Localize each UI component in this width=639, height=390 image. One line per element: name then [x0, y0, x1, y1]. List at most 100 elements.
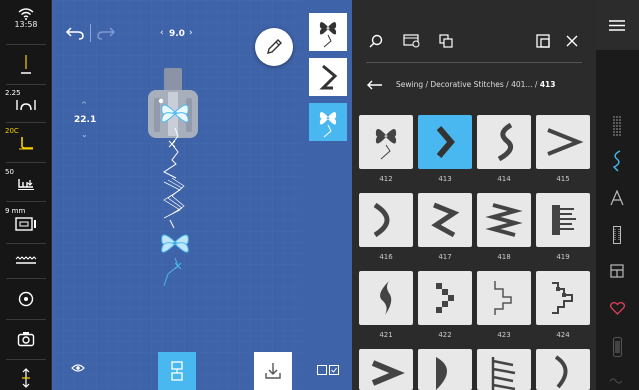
- stitch-tile[interactable]: [418, 349, 472, 390]
- stitch-plate-button[interactable]: [0, 216, 52, 232]
- stitch-length-value: 22.1: [74, 115, 97, 125]
- stitch-length-button[interactable]: [0, 98, 52, 112]
- category-nav: [596, 0, 639, 390]
- back-arrow-icon[interactable]: [367, 80, 383, 90]
- stitch-thumb: [380, 281, 392, 315]
- search-icon[interactable]: [369, 34, 383, 48]
- combination-stitch-3[interactable]: [309, 103, 347, 141]
- stitch-tile-423[interactable]: [477, 271, 531, 325]
- nav-buttonholes[interactable]: [596, 216, 639, 256]
- redo-icon[interactable]: [96, 26, 116, 40]
- close-icon[interactable]: [566, 35, 578, 47]
- width-increase-button[interactable]: ›: [189, 28, 193, 38]
- stitch-thumb: [494, 281, 512, 315]
- length-decrease-button[interactable]: ⌄: [81, 130, 88, 139]
- stitch-tile-417[interactable]: [418, 193, 472, 247]
- stitch-tile-412[interactable]: [359, 115, 413, 169]
- stitch-tile[interactable]: [477, 349, 531, 390]
- wifi-status[interactable]: 13:58: [0, 8, 52, 29]
- breadcrumb-current: 413: [539, 80, 556, 89]
- copy-icon[interactable]: [439, 34, 453, 48]
- stitch-thumb: [436, 283, 454, 313]
- needle-position-button[interactable]: [0, 54, 52, 76]
- nav-decorative-stitches[interactable]: [596, 142, 639, 182]
- preview-icon[interactable]: [403, 34, 421, 48]
- stitch-length-value: 2.25: [5, 89, 21, 97]
- heart-icon: [610, 302, 625, 315]
- split-button[interactable]: [158, 352, 196, 390]
- bobbin-button[interactable]: [0, 290, 52, 308]
- feed-dog-button[interactable]: [0, 177, 52, 191]
- split-icon: [171, 361, 183, 381]
- stitch-tile-421[interactable]: [359, 271, 413, 325]
- stitch-motif: [161, 104, 189, 123]
- quilt-icon: [610, 264, 624, 278]
- stitch-tile-419[interactable]: [536, 193, 590, 247]
- stitch-canvas[interactable]: ‹ 9.0 › ^ 22.1 ⌄: [52, 0, 302, 390]
- stabilizer-icon: [15, 256, 37, 264]
- camera-button[interactable]: [0, 331, 52, 347]
- thread-tension-button[interactable]: [0, 368, 52, 388]
- stitch-thumb: [371, 360, 405, 386]
- stitch-number: 414: [497, 175, 511, 183]
- alphabet-icon: [610, 190, 624, 206]
- layout-toggle-icon[interactable]: [317, 365, 339, 375]
- stabilizer-button[interactable]: [0, 256, 52, 266]
- divider: [6, 319, 46, 320]
- nav-quilt-stitches[interactable]: [596, 252, 639, 292]
- divider: [6, 122, 46, 123]
- divider: [6, 243, 46, 244]
- combination-stitch-1[interactable]: [309, 13, 347, 51]
- stitch-tile-422[interactable]: [418, 271, 472, 325]
- edit-button[interactable]: [255, 28, 293, 66]
- stitch-number: 413: [438, 175, 452, 183]
- visibility-icon[interactable]: [71, 363, 85, 373]
- undo-icon[interactable]: [65, 26, 85, 40]
- utility-stitch-icon: [613, 116, 621, 136]
- stitch-thumb: [485, 203, 523, 237]
- hamburger-icon: [609, 20, 625, 31]
- stitch-number: 417: [438, 253, 452, 261]
- stitch-number: 415: [556, 175, 570, 183]
- speed-value: 50: [5, 168, 14, 176]
- width-decrease-button[interactable]: ‹: [160, 28, 164, 38]
- divider: [6, 278, 46, 279]
- stitch-thumb: [431, 202, 460, 238]
- stitch-preview: [161, 104, 189, 287]
- nav-alphabets[interactable]: [596, 180, 639, 220]
- stitch-width-value: 9.0: [169, 29, 185, 39]
- nav-personal-program[interactable]: [596, 327, 639, 367]
- stitch-thumb: [319, 112, 337, 138]
- camera-icon: [17, 332, 35, 347]
- breadcrumb-path[interactable]: Sewing / Decorative Stitches / 401... /: [396, 80, 540, 89]
- stitch-tile-416[interactable]: [359, 193, 413, 247]
- combination-stitch-2[interactable]: [309, 58, 347, 96]
- import-button[interactable]: [254, 352, 292, 390]
- stitch-thumb: [554, 355, 568, 389]
- length-increase-button[interactable]: ^: [81, 101, 87, 109]
- stitch-number: 418: [497, 253, 511, 261]
- stitch-tile-413[interactable]: [418, 115, 472, 169]
- stitch-tile-424[interactable]: [536, 271, 590, 325]
- nav-utility-stitches[interactable]: [596, 106, 639, 146]
- stitch-tile-414[interactable]: [477, 115, 531, 169]
- stitch-tile[interactable]: [536, 349, 590, 390]
- needle-icon: [21, 55, 31, 74]
- stitch-tile-415[interactable]: [536, 115, 590, 169]
- thread-arrows-icon: [22, 368, 30, 388]
- stitch-plate-icon: [15, 217, 36, 231]
- nav-favorites[interactable]: [596, 290, 639, 330]
- menu-button[interactable]: [596, 0, 639, 50]
- buttonhole-icon: [613, 226, 621, 244]
- tension-button[interactable]: [0, 136, 52, 150]
- panel-toolbar: [352, 0, 596, 62]
- stitch-width-value: 9 mm: [5, 207, 26, 215]
- stitch-thumb: [491, 357, 516, 390]
- stitch-tile[interactable]: [359, 349, 413, 390]
- stitch-tile-418[interactable]: [477, 193, 531, 247]
- resize-icon[interactable]: [536, 34, 550, 48]
- download-icon: [265, 363, 281, 379]
- nav-more[interactable]: [596, 362, 639, 390]
- stitch-number: 423: [497, 331, 511, 339]
- pencil-icon: [267, 39, 282, 54]
